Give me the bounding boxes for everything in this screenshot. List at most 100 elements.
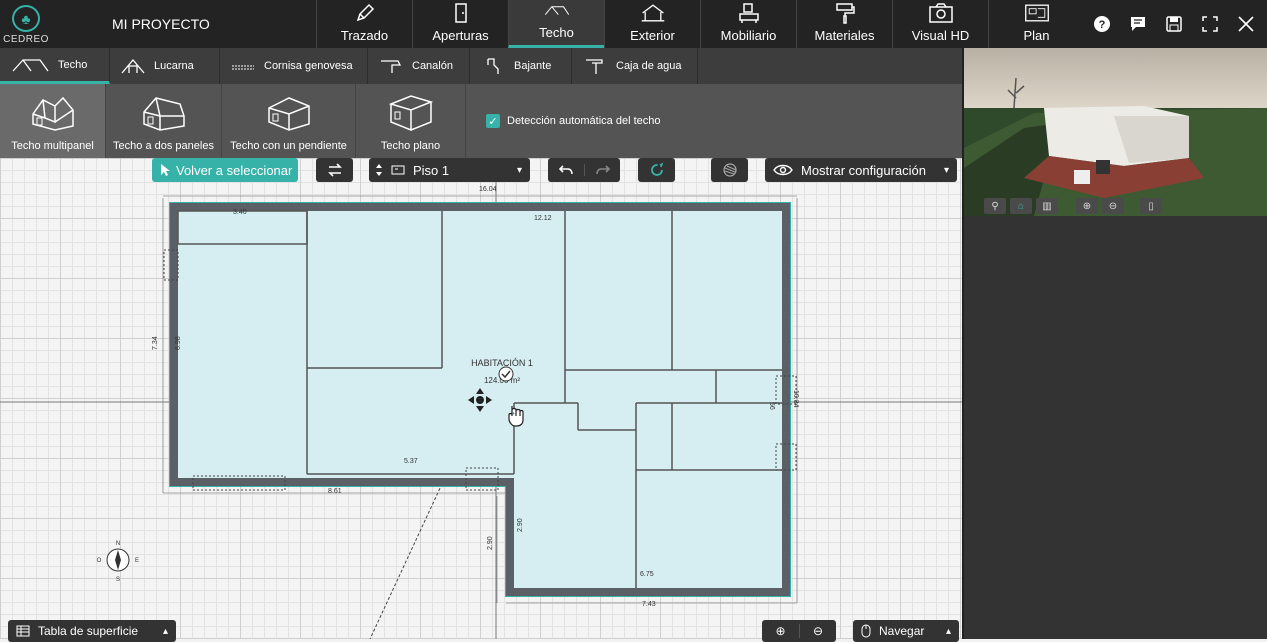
eye-icon xyxy=(773,164,793,176)
dormer-icon xyxy=(120,57,146,75)
subtab-lucarna[interactable]: Lucarna xyxy=(110,48,220,84)
tab-aperturas[interactable]: Aperturas xyxy=(412,0,508,48)
magic-button[interactable] xyxy=(638,158,675,182)
subtab-caja-de-agua[interactable]: Caja de agua xyxy=(572,48,698,84)
dim-bottom-inner: 6.75 xyxy=(640,571,654,578)
tab-label: Techo xyxy=(539,25,574,40)
dim-top-total: 16.04 xyxy=(479,186,497,193)
roof-type-un-pendiente[interactable]: Techo con un pendiente xyxy=(222,84,356,158)
top-bar: ♣ CEDREO MI PROYECTO Trazado Aperturas T… xyxy=(0,0,1267,48)
chevron-down-icon: ▾ xyxy=(516,164,522,176)
3d-preview-image[interactable] xyxy=(964,48,1267,216)
show-config-label: Mostrar configuración xyxy=(801,162,926,178)
dim-top-left: 3.40 xyxy=(233,209,247,216)
dim-right-side: 56 xyxy=(768,402,775,410)
tab-visual-hd[interactable]: Visual HD xyxy=(892,0,988,48)
subtab-label: Canalón xyxy=(412,60,453,72)
svg-text:?: ? xyxy=(1099,19,1106,31)
subtab-label: Techo xyxy=(58,58,88,71)
subtab-techo[interactable]: Techo xyxy=(0,48,110,84)
chevron-up-icon: ▴ xyxy=(162,625,168,637)
tab-label: Materiales xyxy=(814,28,875,43)
tab-trazado[interactable]: Trazado xyxy=(316,0,412,48)
dim-mid-bottom: 5.37 xyxy=(404,458,418,465)
sub-tab-bar: Techo Lucarna Cornisa genovesa Canalón B… xyxy=(0,48,962,84)
dim-bottom-left: 8.61 xyxy=(328,488,342,495)
fullscreen-icon[interactable] xyxy=(1200,14,1220,34)
tab-label: Exterior xyxy=(630,28,675,43)
compass-s: S xyxy=(116,577,120,583)
tab-techo[interactable]: Techo xyxy=(508,0,604,48)
subtab-bajante[interactable]: Bajante xyxy=(470,48,572,84)
3d-preview-panel: ⚲ ⌂ ▥ ⊕ ⊖ ▯ xyxy=(962,48,1267,639)
dim-left-inner: 6.98 xyxy=(175,336,182,350)
auto-detect-roof[interactable]: ✓ Detección automática del techo xyxy=(486,114,660,128)
tab-materiales[interactable]: Materiales xyxy=(796,0,892,48)
save-icon[interactable] xyxy=(1164,14,1184,34)
zoom-in-icon[interactable]: ⊕ xyxy=(1076,198,1098,214)
tab-exterior[interactable]: Exterior xyxy=(604,0,700,48)
redo-icon xyxy=(595,165,610,175)
aerial-view-icon[interactable]: ⌂ xyxy=(1010,198,1032,214)
subtab-label: Bajante xyxy=(514,60,552,72)
layers-button[interactable] xyxy=(711,158,748,182)
roof-type-label: Techo plano xyxy=(380,140,441,152)
floor-icon xyxy=(391,165,405,175)
dim-stair-v1: 2.90 xyxy=(487,536,494,550)
table-icon xyxy=(16,625,30,637)
pencil-icon xyxy=(352,2,378,24)
camera-icon xyxy=(928,2,954,24)
surface-table-label: Tabla de superficie xyxy=(38,624,139,638)
roof-type-dos-paneles[interactable]: Techo a dos paneles xyxy=(106,84,222,158)
mouse-icon[interactable]: ▯ xyxy=(1140,198,1162,214)
subtab-cornisa-genovesa[interactable]: Cornisa genovesa xyxy=(220,48,368,84)
tab-plan[interactable]: Plan xyxy=(988,0,1084,48)
plan-canvas[interactable]: 16.04 3.40 12.12 7.34 6.98 5.37 8.61 56 … xyxy=(0,158,962,639)
tab-mobiliario[interactable]: Mobiliario xyxy=(700,0,796,48)
roof-icon xyxy=(544,0,570,21)
plan-icon xyxy=(1024,2,1050,24)
comment-icon[interactable] xyxy=(1128,14,1148,34)
help-icon[interactable]: ? xyxy=(1092,14,1112,34)
auto-detect-checkbox[interactable]: ✓ xyxy=(486,114,500,128)
flat-roof-icon xyxy=(388,95,433,132)
roof-type-plano[interactable]: Techo plano xyxy=(356,84,466,158)
roof-type-multipanel[interactable]: Techo multipanel xyxy=(0,84,106,158)
project-name: MI PROYECTO xyxy=(112,16,210,32)
shed-roof-icon xyxy=(267,97,310,131)
refresh-magic-icon xyxy=(650,162,663,176)
floor-plan: 16.04 3.40 12.12 7.34 6.98 5.37 8.61 56 … xyxy=(0,158,962,639)
person-view-icon[interactable]: ⚲ xyxy=(984,198,1006,214)
reselect-button[interactable]: Volver a seleccionar xyxy=(152,158,298,182)
dim-right-side2: 10.34 xyxy=(792,390,799,408)
paint-roller-icon xyxy=(832,2,858,24)
multipanel-roof-icon xyxy=(31,96,74,131)
furniture-icon xyxy=(736,2,762,24)
mouse-icon xyxy=(861,624,871,638)
zoom-in-icon: ⊕ xyxy=(775,624,786,638)
gutter-icon xyxy=(378,57,404,75)
close-icon[interactable] xyxy=(1236,14,1256,34)
canvas-zoom-out-button[interactable]: ⊖ xyxy=(799,624,836,638)
check-icon[interactable] xyxy=(498,366,514,382)
zoom-out-icon[interactable]: ⊖ xyxy=(1102,198,1124,214)
swap-button[interactable] xyxy=(316,158,353,182)
canvas-zoom-in-button[interactable]: ⊕ xyxy=(762,624,799,638)
redo-button[interactable] xyxy=(584,164,620,176)
water-box-icon xyxy=(582,57,608,75)
navigate-label: Navegar xyxy=(879,624,925,638)
tab-label: Plan xyxy=(1023,28,1050,43)
door-icon xyxy=(448,2,474,24)
plan-view-icon[interactable]: ▥ xyxy=(1036,198,1058,214)
dim-top-right: 12.12 xyxy=(534,215,552,222)
floor-select[interactable]: Piso 1 ▾ xyxy=(369,158,530,182)
compass-n: N xyxy=(116,541,120,547)
subtab-canalon[interactable]: Canalón xyxy=(368,48,470,84)
undo-button[interactable] xyxy=(548,164,584,176)
tab-label: Visual HD xyxy=(911,28,970,43)
show-config-button[interactable]: Mostrar configuración ▾ xyxy=(765,158,957,182)
tab-label: Mobiliario xyxy=(720,28,777,43)
auto-detect-label: Detección automática del techo xyxy=(507,115,661,127)
reselect-label: Volver a seleccionar xyxy=(176,162,293,178)
chevron-down-icon: ▾ xyxy=(943,164,949,176)
